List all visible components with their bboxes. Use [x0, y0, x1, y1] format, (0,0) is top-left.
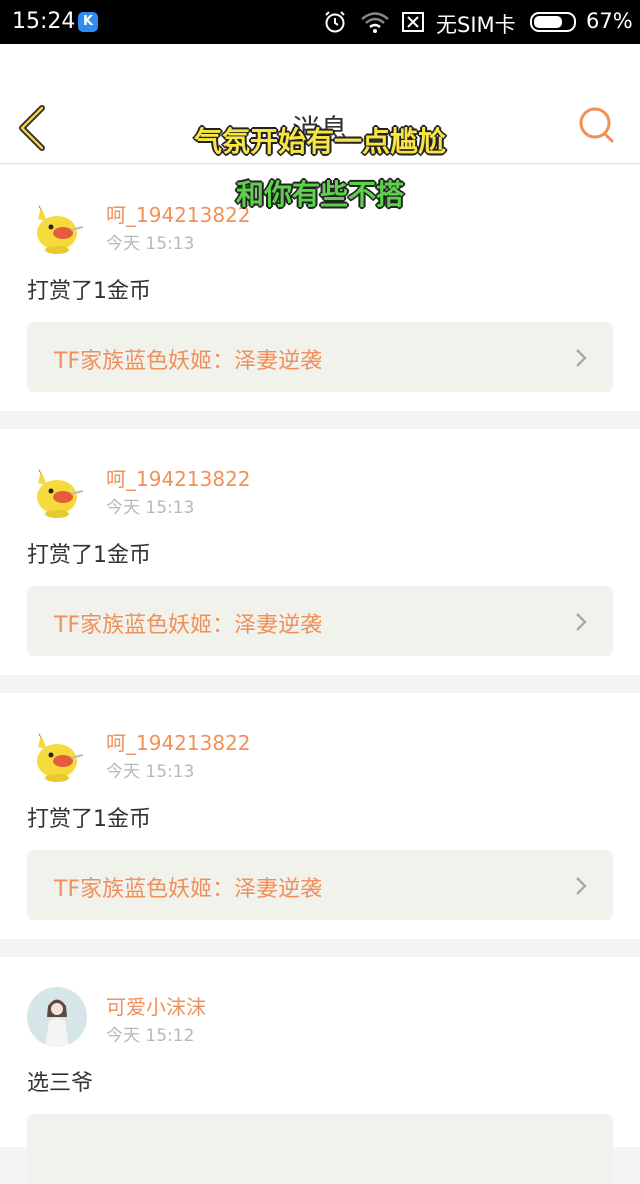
- chevron-right-icon: [576, 349, 587, 367]
- battery-icon: [530, 12, 576, 32]
- message-card: 呵_194213822 今天 15:13 打赏了1金币 TF家族蓝色妖姬：泽妻逆…: [0, 429, 640, 675]
- chevron-right-icon: [576, 877, 587, 895]
- message-content: 选三爷: [27, 1071, 94, 1096]
- story-link[interactable]: [27, 1114, 613, 1184]
- no-sim-icon: [402, 12, 424, 32]
- status-time: 15:24: [12, 9, 76, 34]
- alarm-icon: [325, 11, 345, 33]
- message-username[interactable]: 可爱小沫沫: [106, 991, 206, 1020]
- k-app-icon: K: [78, 12, 98, 32]
- story-link[interactable]: TF家族蓝色妖姬：泽妻逆袭: [27, 586, 613, 656]
- message-card: 可爱小沫沫 今天 15:12 选三爷: [0, 957, 640, 1184]
- story-link-title: TF家族蓝色妖姬：泽妻逆袭: [54, 877, 323, 902]
- girl-photo-avatar[interactable]: [27, 987, 87, 1047]
- message-username[interactable]: 呵_194213822: [106, 463, 251, 492]
- pikachu-avatar[interactable]: [27, 723, 87, 783]
- message-card: 呵_194213822 今天 15:13 打赏了1金币 TF家族蓝色妖姬：泽妻逆…: [0, 693, 640, 939]
- chevron-right-icon: [576, 613, 587, 631]
- battery-percent: 67%: [586, 9, 633, 33]
- message-timestamp: 今天 15:12: [106, 1026, 195, 1046]
- message-content: 打赏了1金币: [27, 279, 151, 304]
- message-content: 打赏了1金币: [27, 543, 151, 568]
- story-link-title: TF家族蓝色妖姬：泽妻逆袭: [54, 349, 323, 374]
- story-link[interactable]: TF家族蓝色妖姬：泽妻逆袭: [27, 322, 613, 392]
- video-caption-line-1: 气氛开始有一点尴尬: [193, 125, 446, 158]
- message-timestamp: 今天 15:13: [106, 498, 195, 518]
- message-timestamp: 今天 15:13: [106, 762, 195, 782]
- message-username[interactable]: 呵_194213822: [106, 727, 251, 756]
- pikachu-avatar[interactable]: [27, 459, 87, 519]
- status-bar: 15:24 K 无SIM卡 67%: [0, 0, 640, 44]
- wifi-icon: [361, 12, 389, 33]
- message-content: 打赏了1金币: [27, 807, 151, 832]
- video-caption-line-2: 和你有些不搭: [235, 178, 404, 211]
- carrier-label: 无SIM卡: [436, 13, 516, 37]
- message-timestamp: 今天 15:13: [106, 234, 195, 254]
- story-link-title: TF家族蓝色妖姬：泽妻逆袭: [54, 613, 323, 638]
- story-link[interactable]: TF家族蓝色妖姬：泽妻逆袭: [27, 850, 613, 920]
